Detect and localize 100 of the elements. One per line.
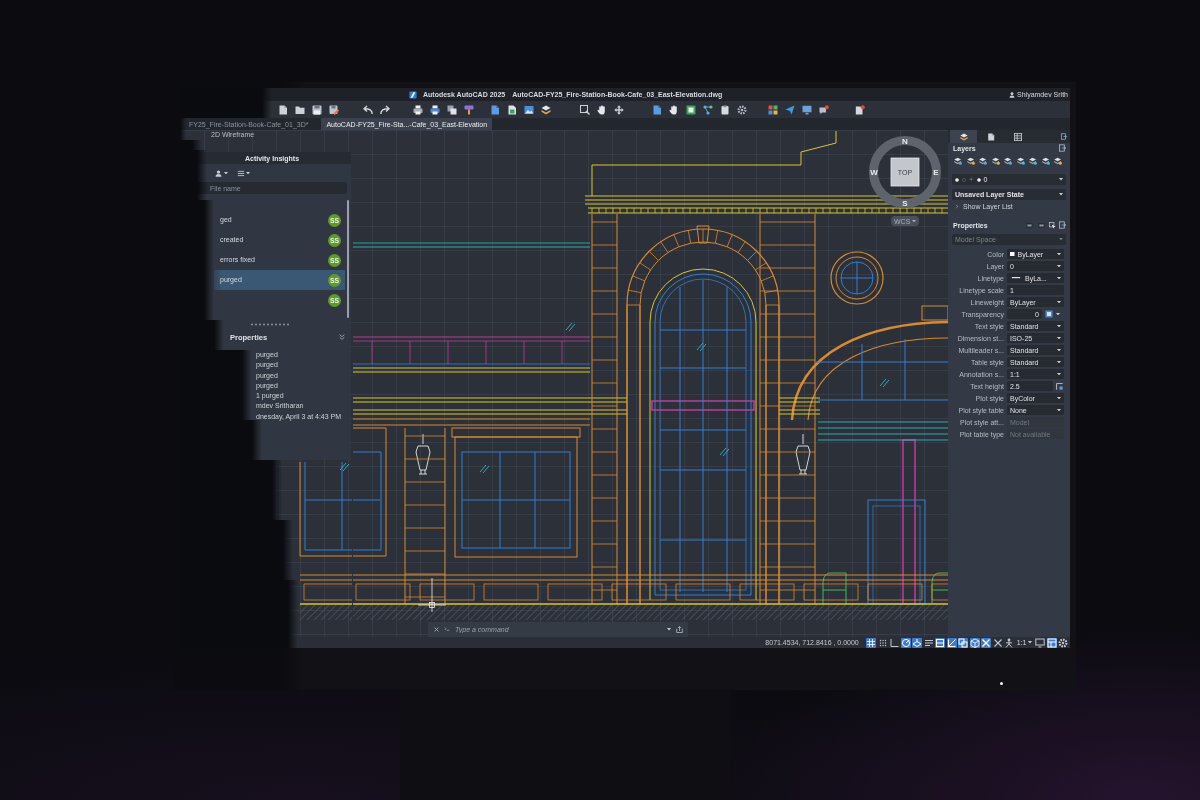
layers-icon[interactable] bbox=[954, 157, 962, 165]
copy-icon[interactable] bbox=[447, 104, 457, 115]
printer-icon[interactable] bbox=[413, 104, 423, 115]
polar-icon[interactable] bbox=[900, 637, 911, 648]
move-arrows-icon[interactable] bbox=[614, 104, 624, 115]
layers-icon[interactable] bbox=[966, 157, 975, 165]
monitor-icon[interactable] bbox=[1035, 637, 1045, 648]
document-icon[interactable] bbox=[507, 104, 517, 115]
layers-icon bbox=[959, 132, 968, 141]
layers-icon[interactable] bbox=[979, 157, 987, 165]
grid-icon[interactable] bbox=[866, 637, 877, 648]
command-prompt-icon[interactable] bbox=[444, 627, 450, 632]
save-icon[interactable] bbox=[312, 104, 322, 115]
caret-icon bbox=[1057, 336, 1061, 340]
layers-icon[interactable] bbox=[1029, 157, 1037, 165]
redo-icon[interactable] bbox=[380, 104, 390, 115]
undo-icon[interactable] bbox=[363, 104, 373, 115]
panel-icon[interactable] bbox=[1059, 144, 1066, 152]
cross-icon[interactable] bbox=[992, 637, 1003, 648]
layers-icon[interactable] bbox=[991, 157, 1000, 165]
user-filter-button[interactable] bbox=[215, 169, 228, 177]
monitor-icon[interactable] bbox=[802, 104, 812, 115]
app-logo-icon bbox=[409, 90, 417, 99]
caret-icon bbox=[1057, 276, 1061, 280]
folder-icon[interactable] bbox=[295, 104, 305, 115]
caret-icon bbox=[1057, 408, 1061, 412]
table-icon bbox=[1013, 132, 1022, 141]
double-chevron-icon[interactable] bbox=[339, 334, 345, 340]
upload-icon[interactable] bbox=[676, 626, 683, 633]
picture-icon[interactable] bbox=[524, 104, 534, 115]
send-icon[interactable] bbox=[785, 104, 795, 115]
document-icon bbox=[986, 132, 995, 141]
document-icon[interactable] bbox=[278, 104, 288, 115]
line-sample-icon bbox=[1010, 277, 1022, 279]
snap-dots-icon[interactable] bbox=[877, 637, 888, 648]
crosshair-cursor-icon bbox=[417, 577, 447, 613]
dot-icon bbox=[955, 177, 959, 182]
panel-icon[interactable] bbox=[1061, 133, 1067, 140]
caret-icon bbox=[246, 171, 250, 175]
brush-icon[interactable] bbox=[464, 104, 474, 115]
printer-icon[interactable] bbox=[430, 104, 440, 115]
caret-icon bbox=[1059, 238, 1063, 241]
list-icon bbox=[236, 169, 245, 177]
compass-direction-label: S bbox=[902, 198, 908, 208]
caret-icon bbox=[1027, 641, 1032, 644]
caret-icon bbox=[1057, 264, 1061, 268]
layers-icon[interactable] bbox=[1054, 157, 1062, 165]
color-picker-icon[interactable] bbox=[1045, 310, 1053, 318]
palette-tab[interactable] bbox=[950, 130, 977, 143]
tiles-icon[interactable] bbox=[768, 104, 778, 115]
corner-bracket-icon[interactable] bbox=[1056, 382, 1063, 390]
caret-icon[interactable] bbox=[667, 628, 671, 631]
layers-icon[interactable] bbox=[1016, 157, 1025, 165]
toggle-icon[interactable] bbox=[1025, 221, 1034, 229]
hand-icon[interactable] bbox=[669, 104, 679, 115]
clipboard-icon[interactable] bbox=[720, 104, 730, 115]
sheet-icon[interactable] bbox=[686, 104, 696, 115]
compass-ring[interactable] bbox=[869, 136, 941, 208]
scrollbar[interactable] bbox=[346, 200, 349, 318]
ortho-icon[interactable] bbox=[889, 637, 900, 648]
layers-icon[interactable] bbox=[1041, 157, 1050, 165]
save-as-icon[interactable] bbox=[329, 104, 339, 115]
caret-icon[interactable] bbox=[1056, 312, 1060, 316]
caret-icon bbox=[1057, 252, 1061, 256]
drawing-canvas[interactable] bbox=[180, 130, 948, 637]
message-alert-icon[interactable] bbox=[819, 104, 829, 115]
gear-icon[interactable] bbox=[737, 104, 747, 115]
layers-icon[interactable] bbox=[1004, 157, 1012, 165]
workspace-icon[interactable] bbox=[1046, 637, 1057, 648]
document-icon[interactable] bbox=[490, 104, 500, 115]
tracking-icon[interactable] bbox=[935, 637, 946, 648]
settings-icon[interactable] bbox=[1058, 637, 1068, 648]
compass-direction-label: N bbox=[902, 136, 908, 146]
person-icon[interactable] bbox=[1004, 637, 1015, 648]
chevron-icon bbox=[955, 204, 959, 209]
sun-icon bbox=[969, 177, 974, 182]
cube-icon[interactable] bbox=[969, 637, 980, 648]
zoom-window-icon[interactable] bbox=[580, 104, 590, 115]
caret-icon bbox=[1057, 348, 1061, 352]
color-swatch-icon bbox=[1010, 251, 1015, 257]
document-icon[interactable] bbox=[652, 104, 662, 115]
hand-icon[interactable] bbox=[597, 104, 607, 115]
cursor-select-icon[interactable] bbox=[1049, 221, 1056, 229]
overlap-squares-icon[interactable] bbox=[958, 637, 969, 648]
document-alert-icon[interactable] bbox=[855, 104, 865, 115]
diagonal-icon[interactable] bbox=[946, 637, 957, 648]
caret-icon bbox=[223, 171, 228, 175]
panel-icon[interactable] bbox=[1059, 221, 1066, 229]
layers-icon[interactable] bbox=[541, 104, 551, 115]
resize-handle-icon[interactable] bbox=[250, 322, 290, 326]
caret-icon bbox=[1057, 300, 1061, 304]
toggle-icon[interactable] bbox=[1037, 221, 1046, 229]
view-options-button[interactable] bbox=[236, 169, 250, 177]
user-icon[interactable] bbox=[1009, 91, 1016, 98]
close-icon[interactable] bbox=[434, 627, 439, 632]
caret-icon bbox=[1057, 360, 1061, 364]
compass-direction-label: E bbox=[933, 167, 939, 177]
lines-icon[interactable] bbox=[923, 637, 934, 648]
isometric-icon[interactable] bbox=[912, 637, 923, 648]
nodes-icon[interactable] bbox=[703, 104, 713, 115]
